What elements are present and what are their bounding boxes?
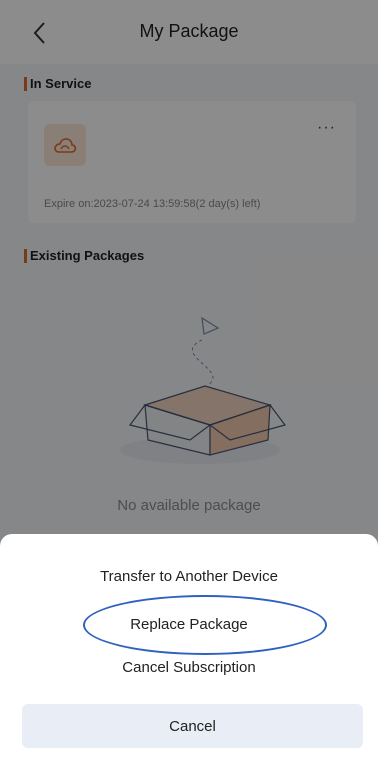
transfer-device-option[interactable]: Transfer to Another Device: [0, 568, 378, 585]
action-sheet: Transfer to Another Device Replace Packa…: [0, 534, 378, 767]
cancel-subscription-option[interactable]: Cancel Subscription: [0, 659, 378, 676]
cancel-button[interactable]: Cancel: [22, 704, 363, 748]
replace-package-option[interactable]: Replace Package: [0, 616, 378, 633]
